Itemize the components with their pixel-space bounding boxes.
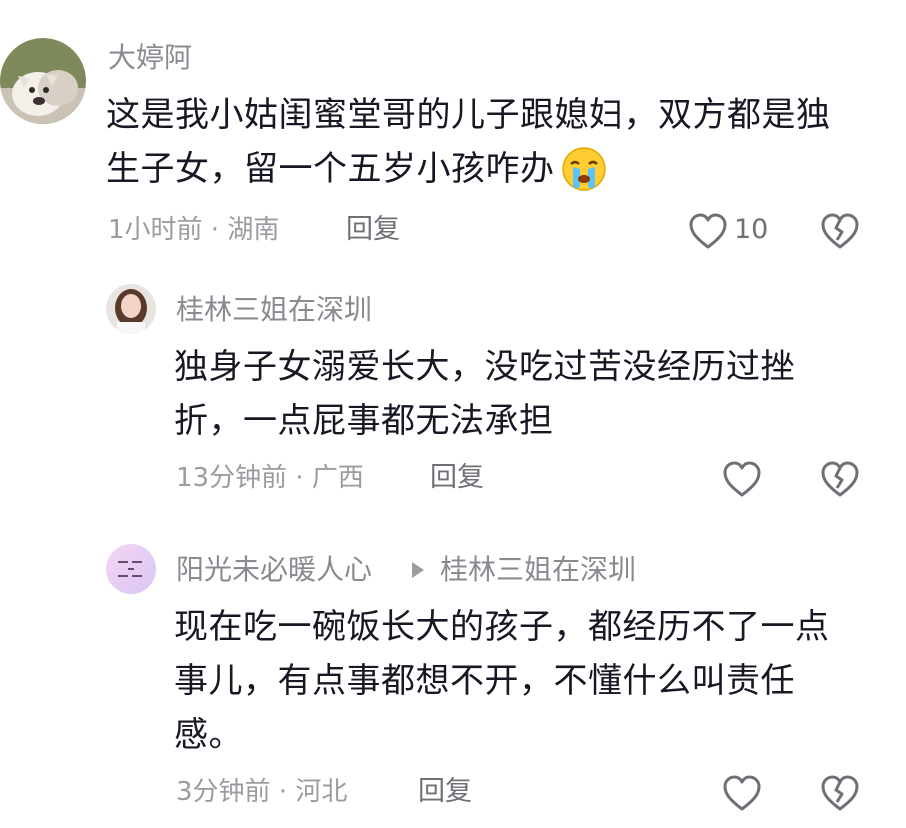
comment-text: 独身子女溺爱长大，没吃过苦没经历过挫 折，一点屁事都无法承担 <box>174 340 894 448</box>
comment-author[interactable]: 桂林三姐在深圳 <box>176 292 372 328</box>
play-triangle-icon <box>410 560 426 580</box>
comment-meta: 3分钟前 · 河北 <box>176 777 348 807</box>
calligraphy-avatar-icon <box>106 544 156 594</box>
broken-heart-icon[interactable] <box>820 460 860 498</box>
comment-meta: 13分钟前 · 广西 <box>176 463 364 493</box>
comment-text-line: 折，一点屁事都无法承担 <box>174 401 554 441</box>
comment-text-line: 现在吃一碗饭长大的孩子，都经历不了一点 <box>174 607 830 647</box>
heart-outline-icon[interactable] <box>722 774 762 812</box>
dog-avatar-icon <box>0 38 86 124</box>
crying-face-icon <box>559 145 609 193</box>
comment-text: 这是我小姑闺蜜堂哥的儿子跟媳妇，双方都是独 生子女，留一个五岁小孩咋办 <box>106 88 896 196</box>
comment-text-line: 独身子女溺爱长大，没吃过苦没经历过挫 <box>174 347 795 387</box>
comment-text-line: 这是我小姑闺蜜堂哥的儿子跟媳妇，双方都是独 <box>106 95 831 135</box>
avatar[interactable] <box>106 284 156 334</box>
comment-author[interactable]: 阳光未必暖人心 <box>176 552 372 588</box>
reply-button[interactable]: 回复 <box>346 214 400 246</box>
comment-text: 现在吃一碗饭长大的孩子，都经历不了一点 事儿，有点事都想不开，不懂什么叫责任 感… <box>174 600 894 762</box>
comment-meta: 1小时前 · 湖南 <box>108 215 280 245</box>
broken-heart-icon[interactable] <box>820 212 860 250</box>
comment-author[interactable]: 大婷阿 <box>108 40 192 76</box>
comment-text-line: 事儿，有点事都想不开，不懂什么叫责任 <box>174 661 795 701</box>
reply-button[interactable]: 回复 <box>430 462 484 494</box>
avatar[interactable] <box>106 544 156 594</box>
broken-heart-icon[interactable] <box>820 774 860 812</box>
reply-button[interactable]: 回复 <box>418 776 472 808</box>
heart-outline-icon[interactable] <box>722 460 762 498</box>
like-count: 10 <box>734 214 769 245</box>
heart-outline-icon[interactable] <box>688 212 728 250</box>
comment-text-line: 生子女，留一个五岁小孩咋办 <box>106 149 555 189</box>
avatar[interactable] <box>0 38 86 124</box>
comment-text-line: 感。 <box>174 715 243 755</box>
portrait-avatar-icon <box>106 284 156 334</box>
reply-to-author[interactable]: 桂林三姐在深圳 <box>440 552 636 588</box>
